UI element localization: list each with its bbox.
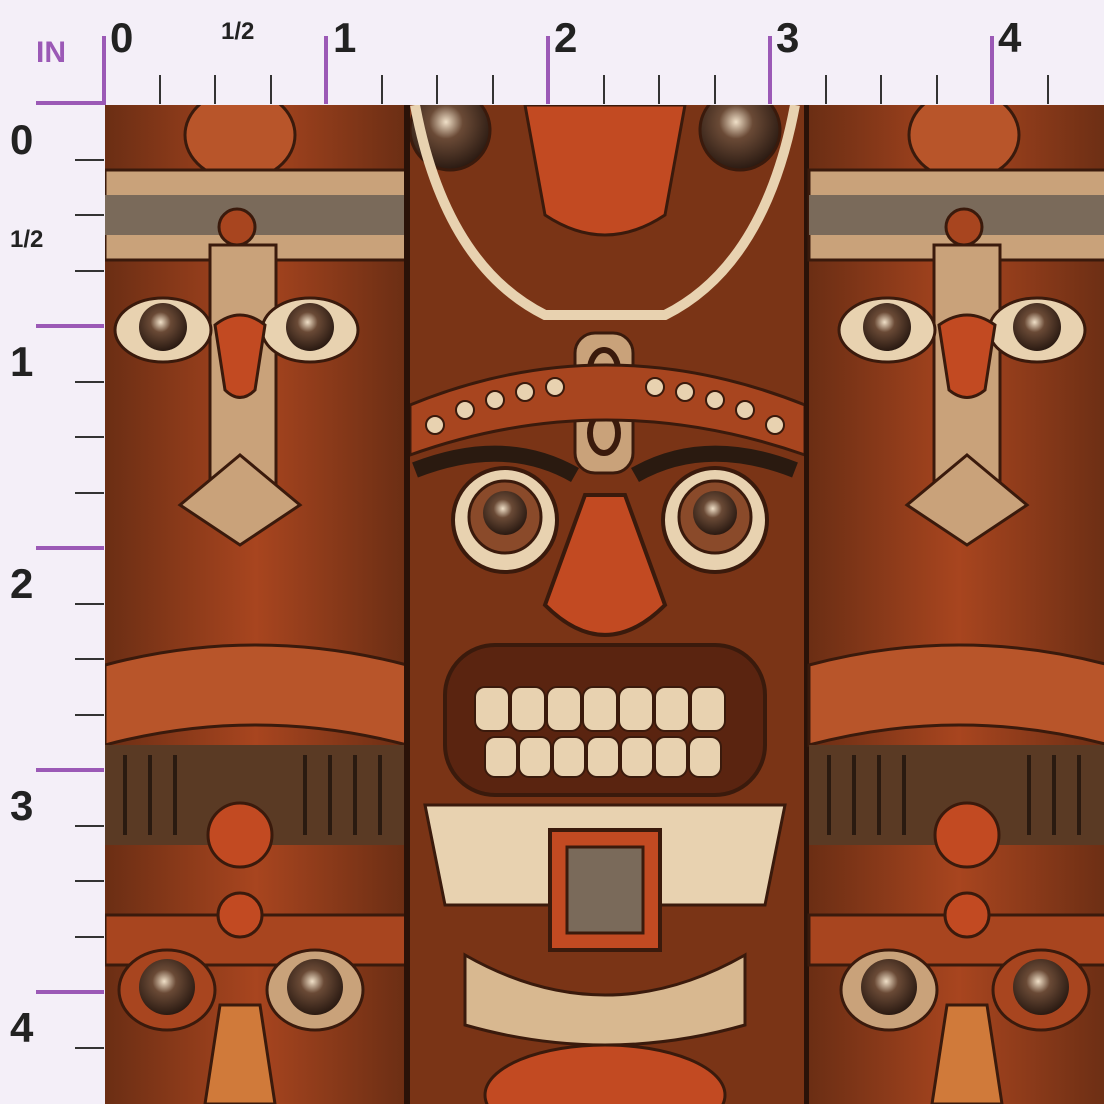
top-ruler-tick xyxy=(935,75,938,104)
right-totem xyxy=(807,105,1104,1104)
left-ruler-tick xyxy=(75,713,104,716)
left-ruler-tick xyxy=(75,214,104,216)
top-ruler-tick xyxy=(380,75,383,104)
top-ruler-tick xyxy=(214,75,216,104)
top-ruler-label-1: 1 xyxy=(333,14,357,61)
left-ruler-label-half: 1/2 xyxy=(10,226,44,253)
left-ruler-tick xyxy=(75,935,104,938)
top-ruler-tick xyxy=(102,36,106,104)
left-ruler-tick xyxy=(75,1046,104,1049)
top-ruler-tick xyxy=(713,75,716,104)
top-ruler-tick xyxy=(436,75,438,104)
top-ruler-tick xyxy=(602,75,605,104)
center-totem xyxy=(404,105,810,1104)
left-ruler-tick xyxy=(75,269,104,272)
top-ruler-label-3: 3 xyxy=(776,14,800,61)
left-ruler-tick xyxy=(75,602,104,605)
top-ruler-tick xyxy=(880,75,882,104)
top-ruler-tick xyxy=(491,75,494,104)
left-ruler-tick xyxy=(75,880,104,882)
top-ruler-tick xyxy=(658,75,660,104)
top-ruler-tick xyxy=(824,75,827,104)
left-ruler-label-3: 3 xyxy=(10,782,34,829)
left-ruler-tick xyxy=(36,990,104,994)
left-ruler-tick xyxy=(36,546,104,550)
top-ruler-tick xyxy=(990,36,994,104)
top-ruler-tick xyxy=(158,75,161,104)
top-ruler-label-2: 2 xyxy=(554,14,578,61)
left-ruler-label-2: 2 xyxy=(10,560,34,607)
top-ruler-label-0: 0 xyxy=(110,14,134,61)
left-ruler-tick xyxy=(75,491,104,494)
left-ruler-label-4: 4 xyxy=(10,1004,34,1051)
left-ruler-tick xyxy=(36,324,104,328)
top-ruler-tick xyxy=(1046,75,1049,104)
left-ruler-tick xyxy=(75,824,104,827)
top-ruler-tick xyxy=(269,75,272,104)
left-ruler-tick xyxy=(75,380,104,383)
top-ruler-label-4: 4 xyxy=(998,14,1022,61)
left-ruler-label-1: 1 xyxy=(10,338,34,385)
unit-underline xyxy=(36,101,106,105)
left-ruler-label-0: 0 xyxy=(10,116,34,163)
tiki-pattern-image xyxy=(105,105,1104,1104)
top-ruler-tick xyxy=(324,36,328,104)
left-ruler-tick xyxy=(75,658,104,660)
top-ruler-tick xyxy=(546,36,550,104)
left-ruler-tick xyxy=(75,158,104,161)
unit-label: IN xyxy=(36,36,66,69)
left-totem xyxy=(105,105,409,1104)
left-ruler-tick xyxy=(75,436,104,438)
fabric-print-area xyxy=(105,105,1104,1104)
top-ruler-label-half: 1/2 xyxy=(221,18,255,45)
top-ruler-tick xyxy=(768,36,772,104)
left-ruler-tick xyxy=(36,768,104,772)
